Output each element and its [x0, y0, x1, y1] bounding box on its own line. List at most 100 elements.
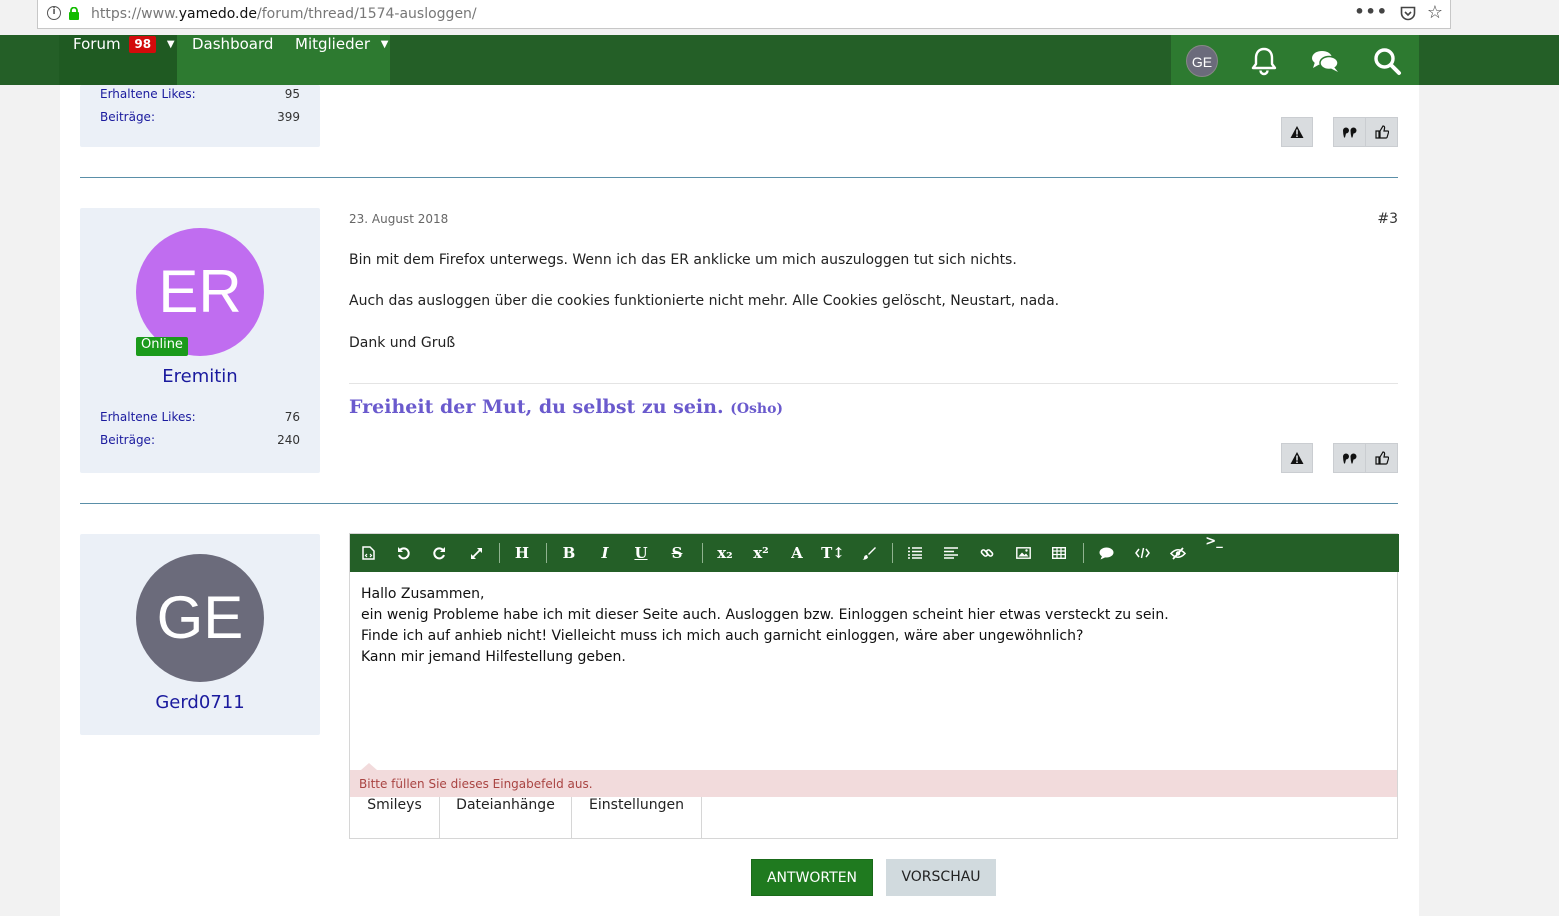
post-text-line: Auch das ausloggen über die cookies funk…	[349, 293, 1060, 309]
main-navigation: Forum 98 ▼ Dashboard Mitglieder ▼ GE	[0, 35, 1559, 85]
code-icon	[1134, 547, 1150, 559]
post-actions	[1281, 443, 1398, 473]
preview-button[interactable]: VORSCHAU	[886, 859, 996, 896]
chevron-down-icon: ▼	[166, 39, 175, 50]
posts-value: 240	[277, 433, 300, 447]
list-button[interactable]	[900, 534, 930, 572]
reply-user-sidebar: GE Gerd0711	[80, 534, 320, 735]
fullscreen-button[interactable]	[461, 534, 491, 572]
quote-icon	[1342, 453, 1356, 464]
post-text-line: Dank und Gruß	[349, 335, 456, 351]
inline-code-button[interactable]: >_	[1199, 534, 1229, 572]
redo-icon	[433, 547, 445, 560]
font-family-button[interactable]	[854, 534, 884, 572]
user-menu-avatar[interactable]: GE	[1186, 45, 1218, 77]
warning-icon	[1290, 126, 1304, 138]
like-button[interactable]	[1365, 443, 1398, 473]
code-button[interactable]	[1127, 534, 1157, 572]
username-link[interactable]: Gerd0711	[80, 692, 320, 713]
expand-icon	[470, 548, 482, 559]
report-button[interactable]	[1281, 443, 1313, 473]
toggle-source-button[interactable]	[353, 534, 383, 572]
bookmark-star-icon[interactable]: ☆	[1427, 2, 1443, 23]
align-left-icon	[944, 547, 958, 559]
likes-value: 95	[284, 87, 300, 101]
reply-textarea[interactable]: Hallo Zusammen, ein wenig Probleme habe …	[361, 584, 1169, 668]
eye-slash-icon	[1169, 547, 1187, 560]
user-posts-stat: Beiträge: 399	[100, 110, 300, 124]
report-button[interactable]	[1281, 117, 1313, 147]
quote-insert-button[interactable]	[1091, 534, 1121, 572]
signature-quote: Freiheit der Mut, du selbst zu sein.	[349, 396, 724, 418]
italic-button[interactable]: I	[590, 534, 620, 572]
validation-error-message: Bitte füllen Sie dieses Eingabefeld aus.	[350, 763, 1397, 797]
list-icon	[908, 547, 922, 559]
search-icon[interactable]	[1372, 46, 1402, 76]
tab-smileys[interactable]: Smileys	[350, 797, 440, 838]
posts-label: Beiträge:	[100, 110, 155, 124]
thumbs-up-icon	[1374, 125, 1389, 139]
lock-icon	[69, 7, 79, 20]
post-user-sidebar: ER Online Eremitin Erhaltene Likes: 76 B…	[80, 208, 320, 473]
username-link[interactable]: Eremitin	[80, 366, 320, 387]
tab-attachments[interactable]: Dateianhänge	[440, 797, 572, 838]
quote-button[interactable]	[1333, 443, 1366, 473]
spoiler-button[interactable]	[1163, 534, 1193, 572]
avatar[interactable]: GE	[136, 554, 264, 682]
nav-dashboard[interactable]: Dashboard	[192, 35, 273, 85]
reply-editor: H B I U S x₂ x² A T↕ >_ Hallo Zusammen, …	[349, 533, 1399, 839]
warning-icon	[1290, 452, 1304, 464]
post-divider	[80, 503, 1398, 504]
subscript-button[interactable]: x₂	[710, 534, 740, 572]
signature-author: (Osho)	[730, 401, 784, 417]
superscript-button[interactable]: x²	[746, 534, 776, 572]
post-text-line: Bin mit dem Firefox unterwegs. Wenn ich …	[349, 252, 1017, 268]
submit-reply-button[interactable]: ANTWORTEN	[751, 859, 873, 896]
online-status-badge: Online	[136, 337, 188, 356]
editor-text-line: ein wenig Probleme habe ich mit dieser S…	[361, 607, 1169, 623]
redo-button[interactable]	[424, 534, 454, 572]
like-button[interactable]	[1365, 117, 1398, 147]
page-actions-icon[interactable]: •••	[1354, 2, 1388, 21]
strikethrough-button[interactable]: S	[662, 534, 692, 572]
heading-button[interactable]: H	[507, 534, 537, 572]
notification-count-badge: 98	[129, 36, 157, 53]
editor-text-line: Finde ich auf anhieb nicht! Vielleicht m…	[361, 628, 1084, 644]
tab-settings[interactable]: Einstellungen	[572, 797, 702, 838]
chevron-down-icon: ▼	[380, 39, 389, 50]
editor-text-line: Hallo Zusammen,	[361, 586, 485, 602]
signature-separator	[349, 383, 1398, 384]
post-date[interactable]: 23. August 2018	[349, 212, 448, 226]
browser-url-bar[interactable]: i https://www.yamedo.de/forum/thread/157…	[37, 0, 1451, 29]
table-button[interactable]	[1044, 534, 1074, 572]
user-likes-stat: Erhaltene Likes: 95	[100, 87, 300, 101]
font-color-button[interactable]: A	[782, 534, 812, 572]
info-icon[interactable]: i	[47, 6, 61, 20]
image-button[interactable]	[1008, 534, 1038, 572]
toolbar-separator	[546, 543, 547, 563]
underline-button[interactable]: U	[626, 534, 656, 572]
url-text[interactable]: https://www.yamedo.de/forum/thread/1574-…	[91, 6, 477, 22]
toolbar-separator	[702, 543, 703, 563]
nav-members-label: Mitglieder	[295, 35, 370, 53]
previous-post-user-sidebar: Erhaltene Likes: 95 Beiträge: 399	[80, 85, 320, 147]
align-button[interactable]	[936, 534, 966, 572]
quote-button[interactable]	[1333, 117, 1366, 147]
bell-icon[interactable]	[1249, 46, 1279, 76]
pocket-icon[interactable]	[1400, 6, 1416, 21]
nav-members[interactable]: Mitglieder ▼	[295, 35, 388, 85]
post-divider	[80, 177, 1398, 178]
bold-button[interactable]: B	[554, 534, 584, 572]
posts-value: 399	[277, 110, 300, 124]
undo-button[interactable]	[389, 534, 419, 572]
posts-label: Beiträge:	[100, 433, 155, 447]
post-permalink[interactable]: #3	[1377, 211, 1398, 227]
link-button[interactable]	[972, 534, 1002, 572]
thumbs-up-icon	[1374, 451, 1389, 465]
font-size-button[interactable]: T↕	[818, 534, 848, 572]
conversations-icon[interactable]	[1310, 46, 1340, 76]
speech-bubble-icon	[1099, 547, 1113, 560]
nav-forum[interactable]: Forum 98 ▼	[59, 35, 177, 85]
image-icon	[1015, 547, 1031, 559]
undo-icon	[398, 547, 410, 560]
